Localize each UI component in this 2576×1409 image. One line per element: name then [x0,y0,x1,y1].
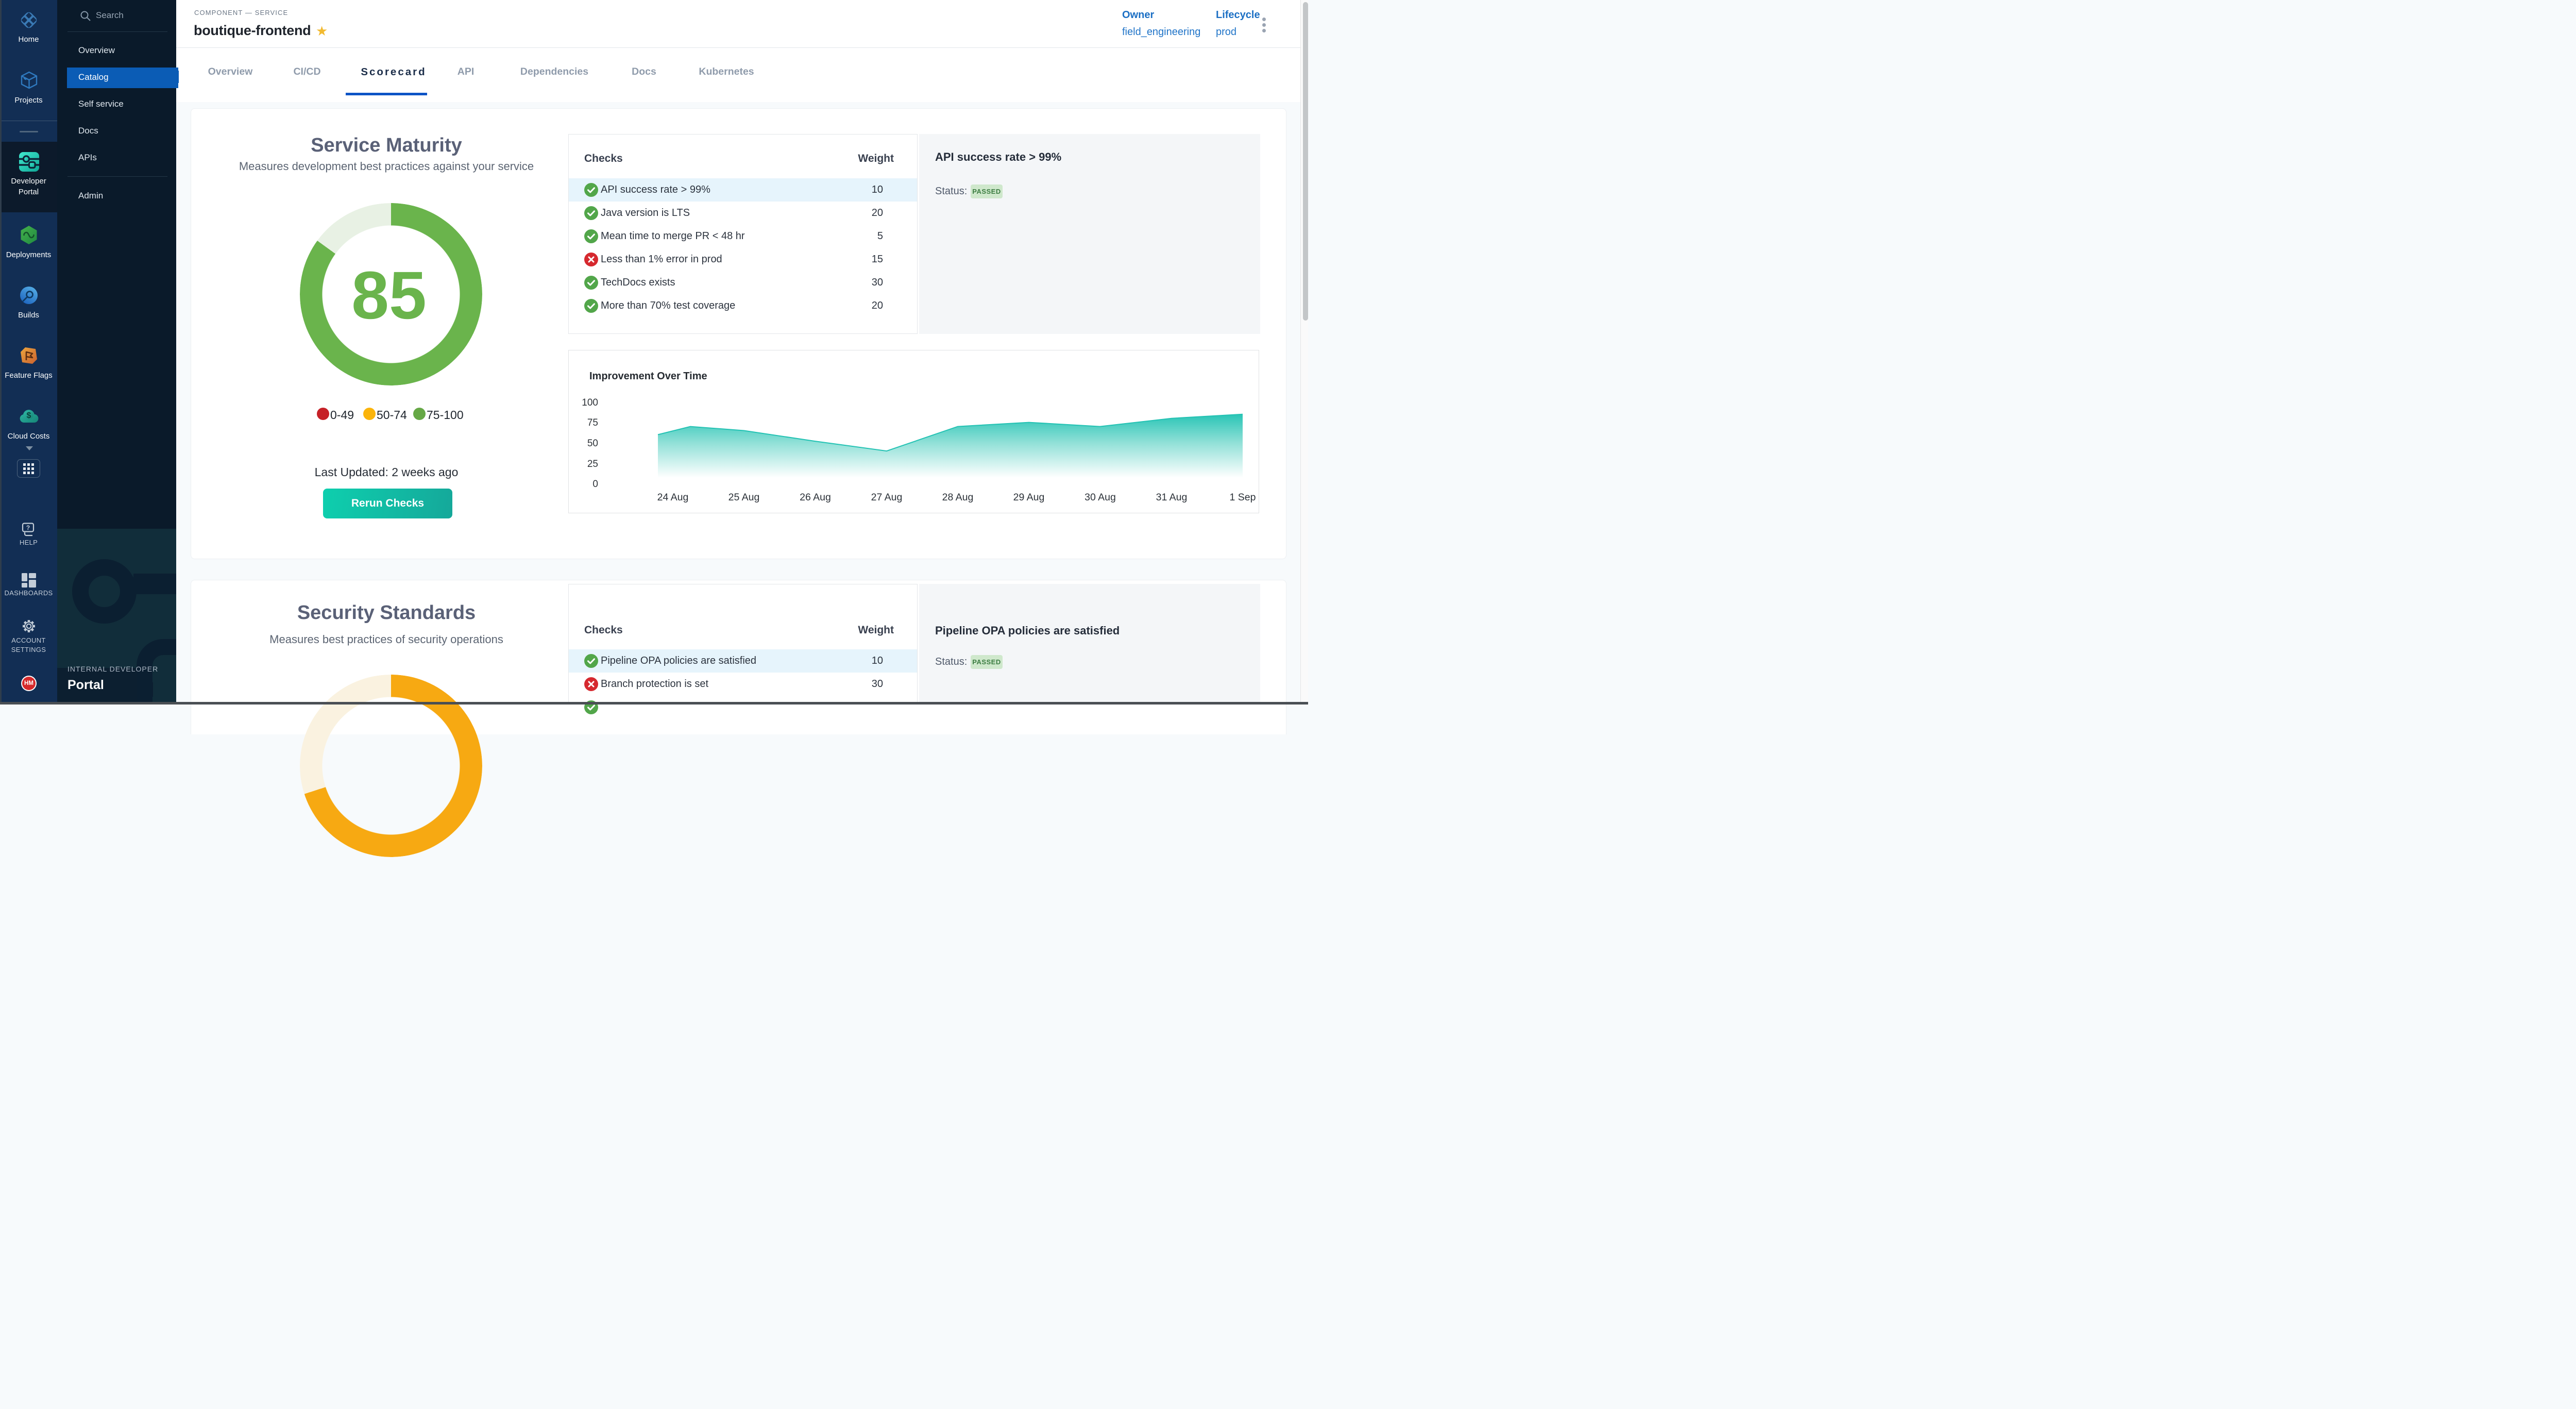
svg-text:25: 25 [587,459,598,469]
svg-text:31 Aug: 31 Aug [1156,492,1188,503]
svg-text:75: 75 [587,417,598,428]
svg-text:29 Aug: 29 Aug [1013,492,1045,503]
svg-text:26 Aug: 26 Aug [800,492,831,503]
svg-text:$: $ [27,411,31,420]
svg-text:?: ? [26,524,30,531]
svg-text:24 Aug: 24 Aug [657,492,689,503]
svg-text:27 Aug: 27 Aug [871,492,903,503]
svg-text:100: 100 [582,397,598,408]
svg-text:25 Aug: 25 Aug [728,492,760,503]
svg-text:0: 0 [592,479,598,490]
svg-text:1 Sep: 1 Sep [1230,492,1256,503]
svg-text:28 Aug: 28 Aug [942,492,974,503]
svg-text:30 Aug: 30 Aug [1084,492,1116,503]
svg-text:50: 50 [587,438,598,449]
